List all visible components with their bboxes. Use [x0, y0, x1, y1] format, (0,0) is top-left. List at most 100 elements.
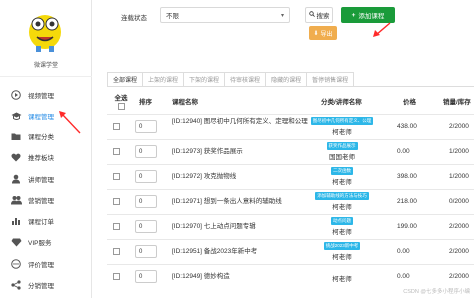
price-value: 218.00	[397, 198, 417, 205]
tab-all-courses[interactable]: 全部课程	[107, 72, 144, 87]
sales-stock-value: 2/2000	[449, 273, 469, 280]
sidebar-item-vip[interactable]: VIP服务	[0, 233, 92, 251]
sidebar-item-teachers[interactable]: 讲师管理	[0, 170, 92, 188]
category-badge: 添加辅助线的方法与技巧	[315, 192, 369, 200]
price-value: 199.00	[397, 223, 417, 230]
search-button-label: 搜索	[316, 13, 330, 20]
row-checkbox[interactable]	[113, 223, 120, 230]
select-all-label: 全选	[114, 95, 128, 102]
tab-listed-courses[interactable]: 上架的课程	[143, 72, 185, 87]
category-cell: 动点问题 柯老师	[314, 217, 370, 236]
sidebar-item-recommend[interactable]: 推荐板块	[0, 148, 92, 166]
search-button[interactable]: 搜索	[305, 7, 333, 23]
course-name: [ID:12971] 想到一条出人意料的辅助线	[172, 198, 282, 205]
filter-label: 连载状态	[121, 15, 147, 22]
sidebar-item-label: 课程管理	[28, 114, 54, 121]
sidebar-item-marketing[interactable]: 营销管理	[0, 191, 92, 209]
sidebar-item-reviews[interactable]: 评价管理	[0, 255, 92, 273]
price-header: 价格	[403, 99, 416, 106]
sort-input[interactable]: 0	[135, 170, 157, 183]
row-checkbox[interactable]	[113, 273, 120, 280]
row-checkbox[interactable]	[113, 148, 120, 155]
sales-stock-value: 1/2000	[449, 148, 469, 155]
tab-suspended-courses[interactable]: 暂停销售课程	[307, 72, 355, 87]
table-row: 0 [ID:12940] 图尽初中几何所有定义、定理和公理 图尽初中几何所有定义…	[107, 114, 474, 138]
sort-input[interactable]: 0	[135, 120, 157, 133]
share-icon	[10, 279, 22, 291]
sidebar-item-label: 评价管理	[28, 262, 54, 269]
table-row: 0 [ID:12951] 备战2023年新中考 挑战2023新中考 柯老师 0.…	[107, 239, 474, 263]
price-value: 0.00	[397, 148, 410, 155]
diamond-icon	[10, 236, 22, 248]
status-select-value: 不限	[166, 13, 179, 20]
teacher-name: 柯老师	[332, 179, 352, 186]
course-name: [ID:12972] 攻克抛物线	[172, 173, 237, 180]
sidebar-item-distribution[interactable]: 分销管理	[0, 276, 92, 294]
sidebar-item-label: 视频管理	[28, 93, 54, 100]
play-icon	[10, 89, 22, 101]
sidebar-item-video[interactable]: 视频管理	[0, 86, 92, 104]
select-all-column: 全选	[111, 90, 131, 112]
row-checkbox[interactable]	[113, 173, 120, 180]
price-value: 438.00	[397, 123, 417, 130]
table-row: 0 [ID:12971] 想到一条出人意料的辅助线 添加辅助线的方法与技巧 柯老…	[107, 189, 474, 213]
sidebar: 微课学堂 视频管理 课程管理 课程分类 推荐板块 讲师管理 营销管理 课程订单 …	[0, 0, 92, 298]
tab-pending-courses[interactable]: 待审核课程	[225, 72, 267, 87]
status-select[interactable]: 不限 ▾	[160, 7, 290, 23]
sidebar-item-label: 营销管理	[28, 198, 54, 205]
sort-input[interactable]: 0	[135, 145, 157, 158]
category-teacher-header: 分类/讲师名称	[321, 99, 362, 106]
sort-header: 排序	[139, 99, 152, 106]
price-value: 0.00	[397, 273, 410, 280]
sidebar-item-label: 分销管理	[28, 283, 54, 290]
folder-icon	[10, 130, 22, 142]
heart-icon	[10, 151, 22, 163]
graduation-cap-icon	[10, 110, 22, 122]
sort-input[interactable]: 0	[135, 195, 157, 208]
course-tabs: 全部课程 上架的课程 下架的课程 待审核课程 隐藏的课程 暂停销售课程	[107, 72, 355, 87]
name-header: 课程名称	[172, 99, 198, 106]
table-row: 0 [ID:12949] 德妙构造 柯老师 0.00 2/2000	[107, 264, 474, 288]
category-cell: 柯老师	[314, 267, 370, 283]
watermark: CSDN @七多多小程序小编	[403, 289, 470, 295]
teacher-name: 柯老师	[332, 229, 352, 236]
sort-input[interactable]: 0	[135, 245, 157, 258]
sidebar-item-orders[interactable]: 课程订单	[0, 212, 92, 230]
table-row: 0 [ID:12972] 攻克抛物线 二次函数 柯老师 398.00 1/200…	[107, 164, 474, 188]
plus-icon: +	[351, 11, 356, 19]
course-name: [ID:12940] 图尽初中几何所有定义、定理和公理	[172, 118, 308, 125]
price-value: 0.00	[397, 248, 410, 255]
tab-hidden-courses[interactable]: 隐藏的课程	[266, 72, 308, 87]
sales-stock-value: 2/2000	[449, 248, 469, 255]
person-group-icon	[10, 194, 22, 206]
sort-input[interactable]: 0	[135, 270, 157, 283]
category-badge: 动点问题	[331, 217, 353, 225]
category-cell: 二次函数 柯老师	[314, 167, 370, 186]
annotation-arrow-icon	[59, 111, 81, 134]
sidebar-item-label: 讲师管理	[28, 177, 54, 184]
course-name: [ID:12973] 获奖作品展示	[172, 148, 243, 155]
row-checkbox[interactable]	[113, 248, 120, 255]
table-row: 0 [ID:12973] 获奖作品展示 获奖作品展示 国国老师 0.00 1/2…	[107, 139, 474, 163]
teacher-name: 柯老师	[332, 129, 352, 136]
price-value: 398.00	[397, 173, 417, 180]
search-icon	[308, 11, 315, 19]
teacher-name: 柯老师	[332, 276, 352, 283]
export-button[interactable]: ⬇ 导出	[309, 26, 337, 40]
sales-stock-value: 0/2000	[449, 198, 469, 205]
select-all-checkbox[interactable]	[117, 103, 125, 110]
row-checkbox[interactable]	[113, 123, 120, 130]
sort-input[interactable]: 0	[135, 220, 157, 233]
download-icon: ⬇	[313, 30, 319, 37]
course-name: [ID:12970] 七上动点问题专辑	[172, 223, 256, 230]
category-cell: 添加辅助线的方法与技巧 柯老师	[314, 192, 370, 211]
row-checkbox[interactable]	[113, 198, 120, 205]
sidebar-divider	[0, 76, 92, 77]
sidebar-item-label: 推荐板块	[28, 155, 54, 162]
bar-chart-icon	[10, 215, 22, 227]
export-label: 导出	[320, 31, 333, 38]
tab-unlisted-courses[interactable]: 下架的课程	[184, 72, 226, 87]
sidebar-item-label: 课程分类	[28, 134, 54, 141]
teacher-name: 国国老师	[329, 154, 355, 161]
category-badge: 二次函数	[331, 167, 353, 175]
